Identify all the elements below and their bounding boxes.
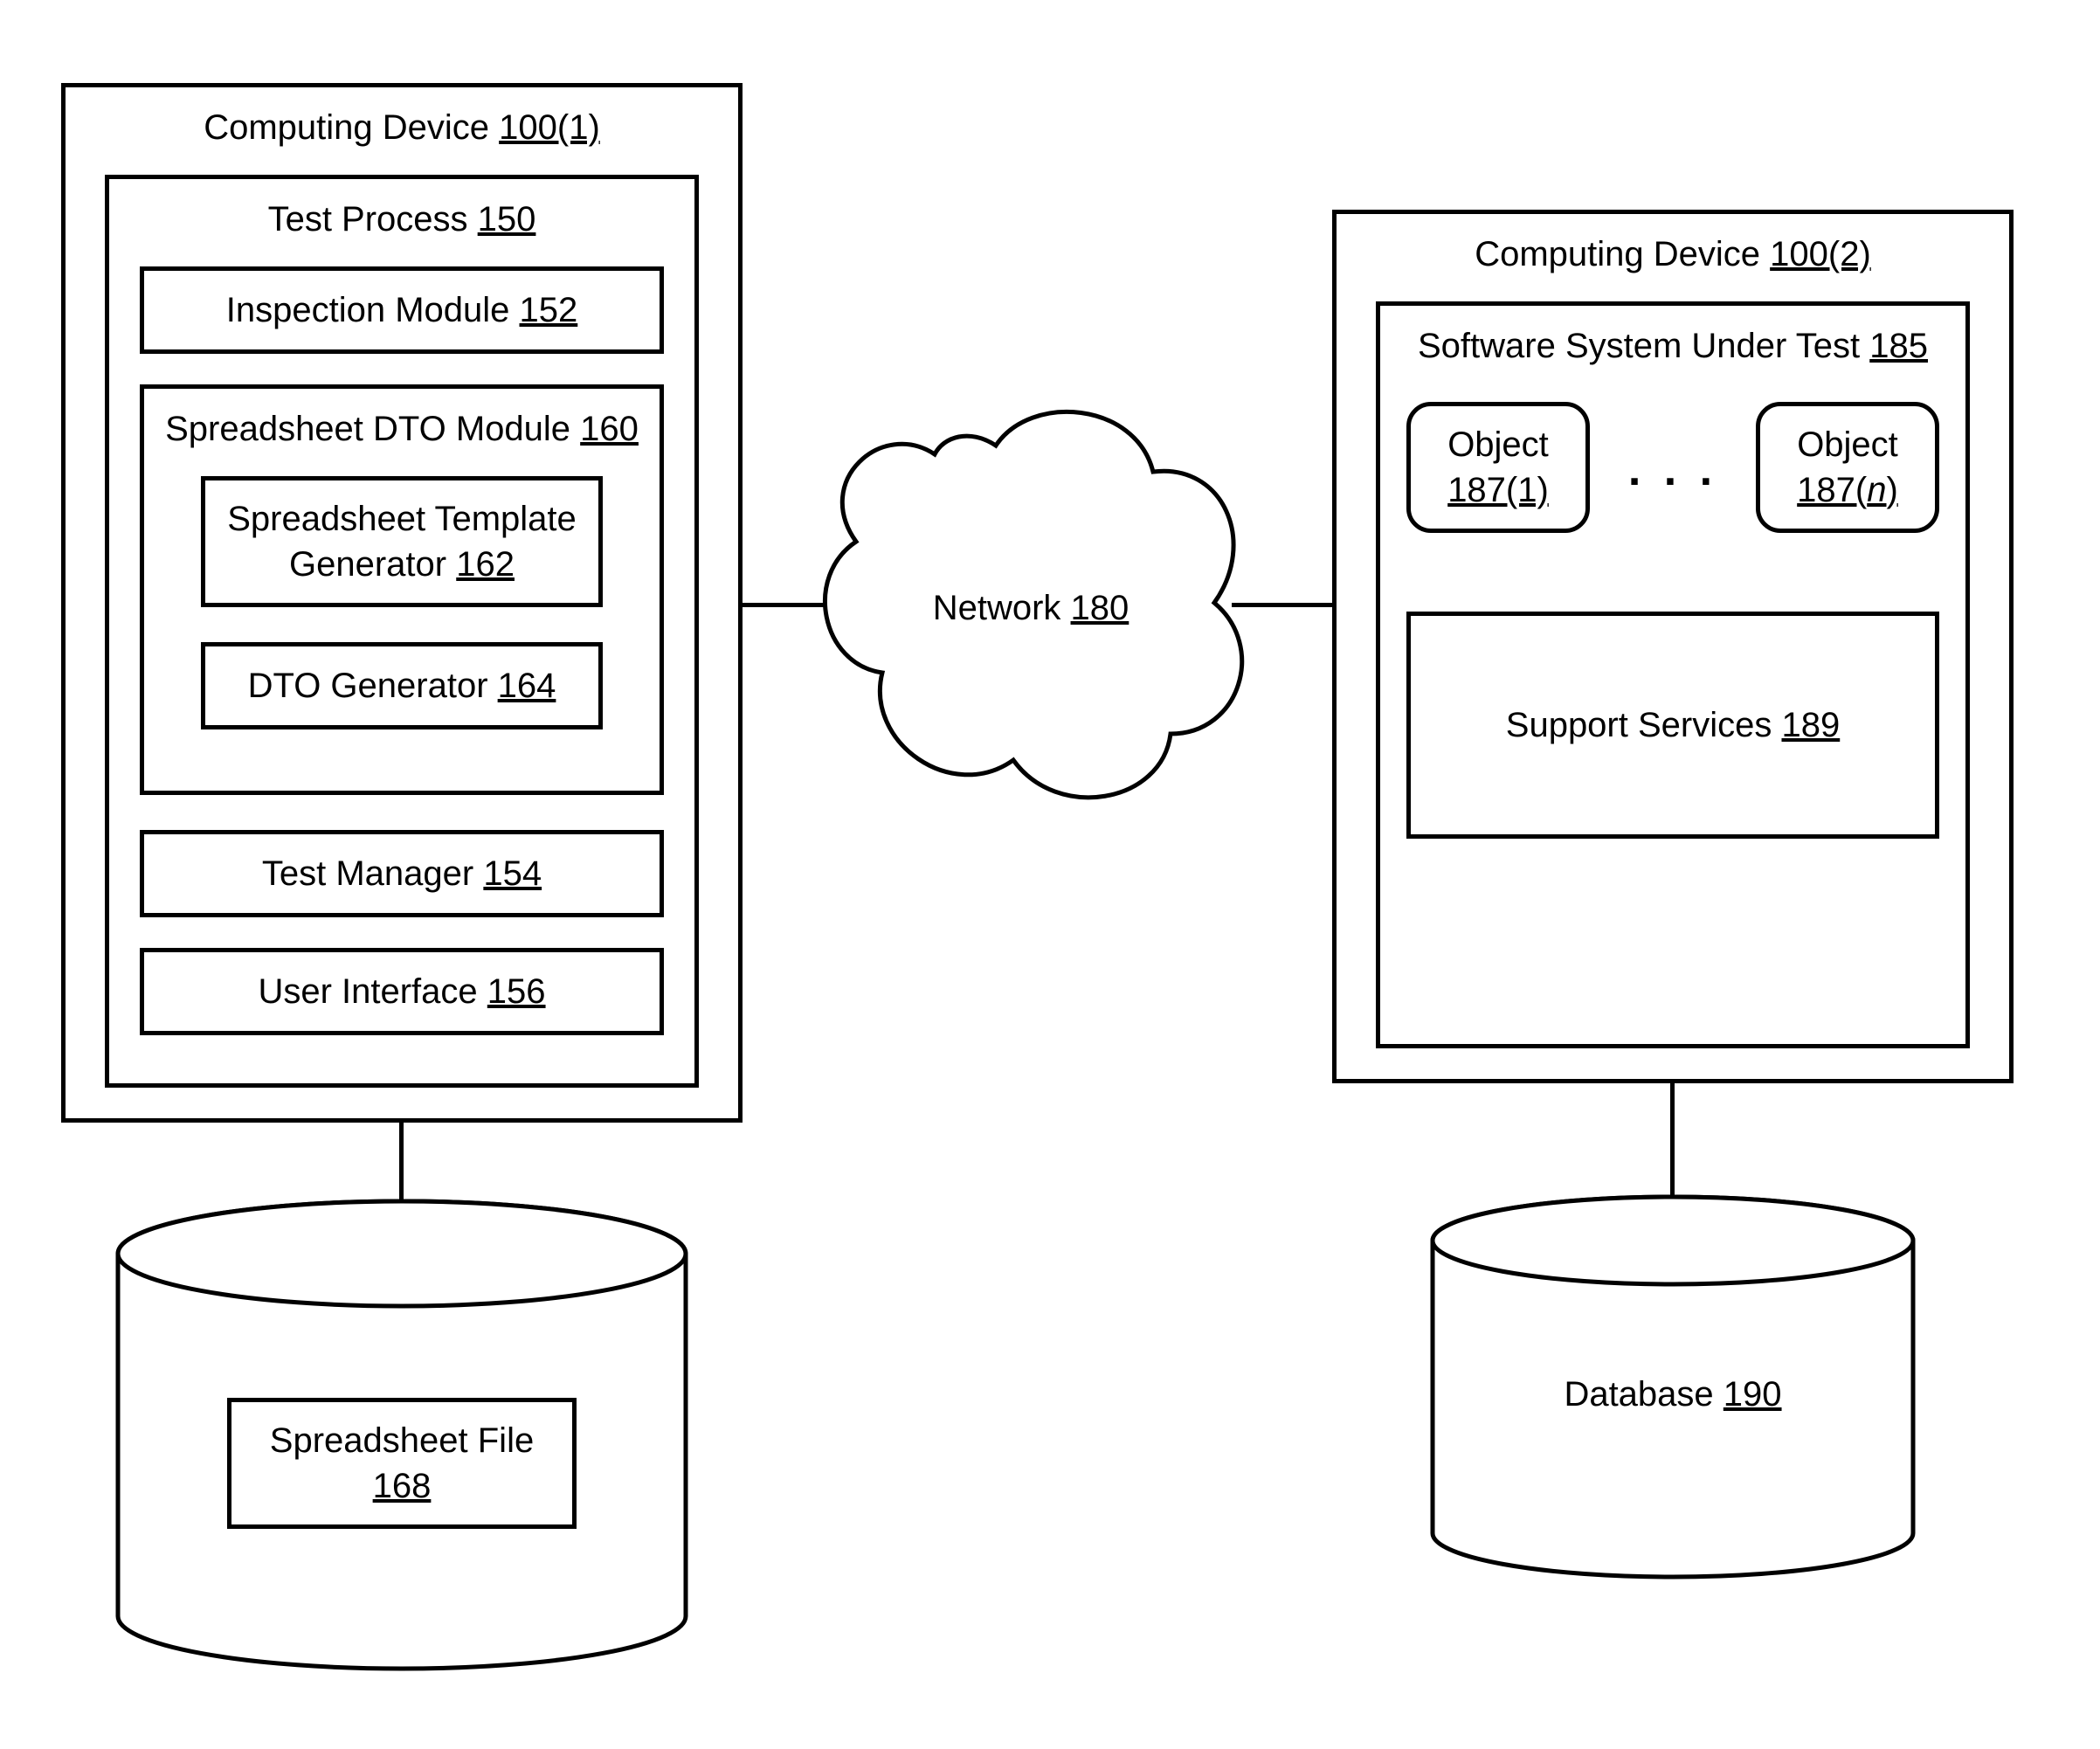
- template-generator-line2: Generator: [289, 545, 446, 584]
- user-interface: User Interface 156: [140, 948, 664, 1035]
- object-last-ref-prefix: 187(: [1797, 471, 1867, 509]
- network-label: Network 180: [874, 585, 1188, 631]
- support-services-text: Support Services: [1506, 706, 1772, 744]
- database-text: Database: [1564, 1375, 1713, 1414]
- device2-title-text: Computing Device: [1475, 235, 1760, 273]
- object-last-label: Object 187(n): [1797, 422, 1898, 513]
- dto-module-title: Spreadsheet DTO Module 160: [144, 406, 660, 452]
- software-system-under-test: Software System Under Test 185 Object 18…: [1376, 301, 1970, 1048]
- object-last-text: Object: [1797, 425, 1898, 464]
- object-first: Object 187(1): [1406, 402, 1590, 533]
- template-generator-line1: Spreadsheet Template: [227, 500, 577, 538]
- test-process: Test Process 150 Inspection Module 152 S…: [105, 175, 699, 1088]
- inspection-module-label: Inspection Module 152: [226, 287, 578, 333]
- connector-network-device2: [1232, 603, 1337, 607]
- sut-text: Software System Under Test: [1418, 327, 1860, 365]
- computing-device-2: Computing Device 100(2) Software System …: [1332, 210, 2014, 1083]
- spreadsheet-file-ref: 168: [373, 1467, 432, 1505]
- inspection-module: Inspection Module 152: [140, 266, 664, 354]
- support-services-label: Support Services 189: [1506, 702, 1840, 748]
- object-last-ref-suffix: ): [1886, 471, 1897, 509]
- test-process-text: Test Process: [268, 200, 468, 238]
- test-process-ref: 150: [478, 200, 536, 238]
- database-ref: 190: [1724, 1375, 1782, 1414]
- computing-device-1: Computing Device 100(1) Test Process 150…: [61, 83, 743, 1123]
- template-generator-label: Spreadsheet Template Generator 162: [227, 496, 577, 587]
- object-first-ref: 187(1): [1447, 471, 1549, 509]
- computing-device-1-title: Computing Device 100(1): [66, 105, 738, 150]
- test-process-title: Test Process 150: [109, 197, 694, 242]
- ellipsis: . . .: [1603, 441, 1743, 501]
- test-manager: Test Manager 154: [140, 830, 664, 917]
- device1-title-text: Computing Device: [204, 108, 489, 147]
- inspection-module-ref: 152: [520, 291, 578, 329]
- test-manager-ref: 154: [483, 854, 542, 893]
- support-services-ref: 189: [1781, 706, 1840, 744]
- test-manager-label: Test Manager 154: [262, 851, 542, 896]
- dto-generator-text: DTO Generator: [248, 667, 488, 705]
- inspection-module-text: Inspection Module: [226, 291, 510, 329]
- support-services: Support Services 189: [1406, 612, 1939, 839]
- spreadsheet-file-label: Spreadsheet File 168: [270, 1418, 534, 1509]
- user-interface-ref: 156: [487, 972, 546, 1011]
- network-text: Network: [933, 589, 1061, 627]
- sut-ref: 185: [1869, 327, 1928, 365]
- device1-title-ref: 100(1): [499, 108, 600, 147]
- sut-title: Software System Under Test 185: [1380, 323, 1965, 369]
- object-first-text: Object: [1447, 425, 1549, 464]
- diagram-canvas: Computing Device 100(1) Test Process 150…: [0, 0, 2100, 1749]
- user-interface-label: User Interface 156: [258, 969, 545, 1014]
- test-manager-text: Test Manager: [262, 854, 473, 893]
- object-last: Object 187(n): [1756, 402, 1939, 533]
- user-interface-text: User Interface: [258, 972, 477, 1011]
- device2-title-ref: 100(2): [1770, 235, 1871, 273]
- dto-module-ref: 160: [580, 410, 639, 448]
- spreadsheet-file-text: Spreadsheet File: [270, 1421, 534, 1460]
- object-last-ref-n: n: [1867, 471, 1886, 509]
- computing-device-2-title: Computing Device 100(2): [1337, 232, 2009, 277]
- spreadsheet-file: Spreadsheet File 168: [227, 1398, 577, 1529]
- dto-generator-ref: 164: [498, 667, 556, 705]
- object-first-label: Object 187(1): [1447, 422, 1549, 513]
- template-generator-ref: 162: [456, 545, 515, 584]
- dto-generator-label: DTO Generator 164: [248, 663, 556, 709]
- dto-module-text: Spreadsheet DTO Module: [165, 410, 570, 448]
- network-ref: 180: [1071, 589, 1129, 627]
- database-label: Database 190: [1428, 1372, 1917, 1417]
- dto-module: Spreadsheet DTO Module 160 Spreadsheet T…: [140, 384, 664, 795]
- template-generator: Spreadsheet Template Generator 162: [201, 476, 603, 607]
- dto-generator: DTO Generator 164: [201, 642, 603, 729]
